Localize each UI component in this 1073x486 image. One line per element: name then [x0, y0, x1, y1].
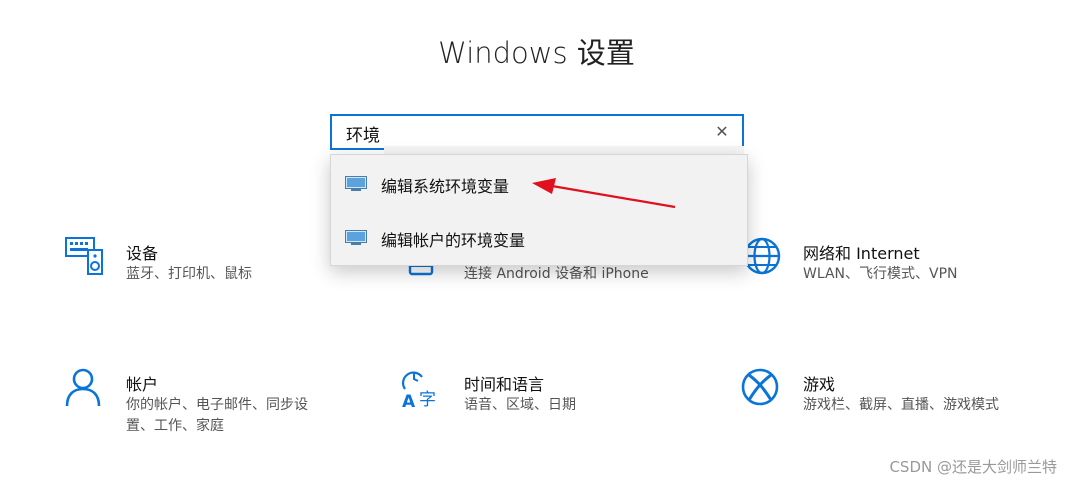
- category-devices-name: 设备: [126, 244, 159, 263]
- watermark: CSDN @还是大剑师兰特: [889, 458, 1057, 476]
- category-phone-desc: 连接 Android 设备和 iPhone: [464, 266, 649, 282]
- category-gaming-name: 游戏: [803, 375, 836, 394]
- category-network-name: 网络和 Internet: [803, 244, 920, 263]
- time-language-icon: A 字: [402, 371, 436, 409]
- svg-text:A: A: [402, 392, 416, 409]
- result-edit-system-env[interactable]: 编辑系统环境变量: [331, 157, 747, 211]
- category-accounts[interactable]: 帐户 你的帐户、电子邮件、同步设 置、工作、家庭: [64, 367, 344, 437]
- category-accounts-desc-line1: 你的帐户、电子邮件、同步设: [126, 397, 308, 413]
- category-accounts-name: 帐户: [126, 375, 159, 394]
- svg-text:字: 字: [419, 390, 436, 409]
- category-accounts-desc-line2: 置、工作、家庭: [126, 418, 224, 434]
- category-time-language[interactable]: A 字 时间和语言 语音、区域、日期: [402, 367, 702, 427]
- page-title: Windows 设置: [438, 36, 635, 70]
- monitor-icon: [345, 176, 367, 191]
- xbox-icon: [741, 368, 779, 406]
- category-network-desc: WLAN、飞行模式、VPN: [803, 266, 958, 282]
- close-icon[interactable]: ✕: [712, 122, 732, 142]
- result-label: 编辑帐户的环境变量: [381, 231, 526, 250]
- category-devices[interactable]: 设备 蓝牙、打印机、鼠标: [64, 236, 324, 296]
- result-label: 编辑系统环境变量: [381, 177, 510, 196]
- category-devices-desc: 蓝牙、打印机、鼠标: [126, 266, 252, 282]
- keyboard-speaker-icon: [65, 237, 103, 275]
- search-input[interactable]: [344, 116, 708, 150]
- monitor-icon: [345, 230, 367, 245]
- search-box[interactable]: ✕: [330, 114, 744, 150]
- category-time-language-name: 时间和语言: [464, 375, 545, 394]
- category-network[interactable]: 网络和 Internet WLAN、飞行模式、VPN: [741, 236, 1041, 296]
- result-edit-account-env[interactable]: 编辑帐户的环境变量: [331, 211, 747, 265]
- search-results-dropdown: 编辑系统环境变量 编辑帐户的环境变量: [330, 154, 748, 266]
- category-accounts-desc: 你的帐户、电子邮件、同步设 置、工作、家庭: [126, 395, 308, 437]
- person-icon: [65, 368, 101, 407]
- category-gaming[interactable]: 游戏 游戏栏、截屏、直播、游戏模式: [741, 367, 1041, 427]
- category-time-language-desc: 语音、区域、日期: [464, 397, 576, 413]
- category-gaming-desc: 游戏栏、截屏、直播、游戏模式: [803, 397, 999, 413]
